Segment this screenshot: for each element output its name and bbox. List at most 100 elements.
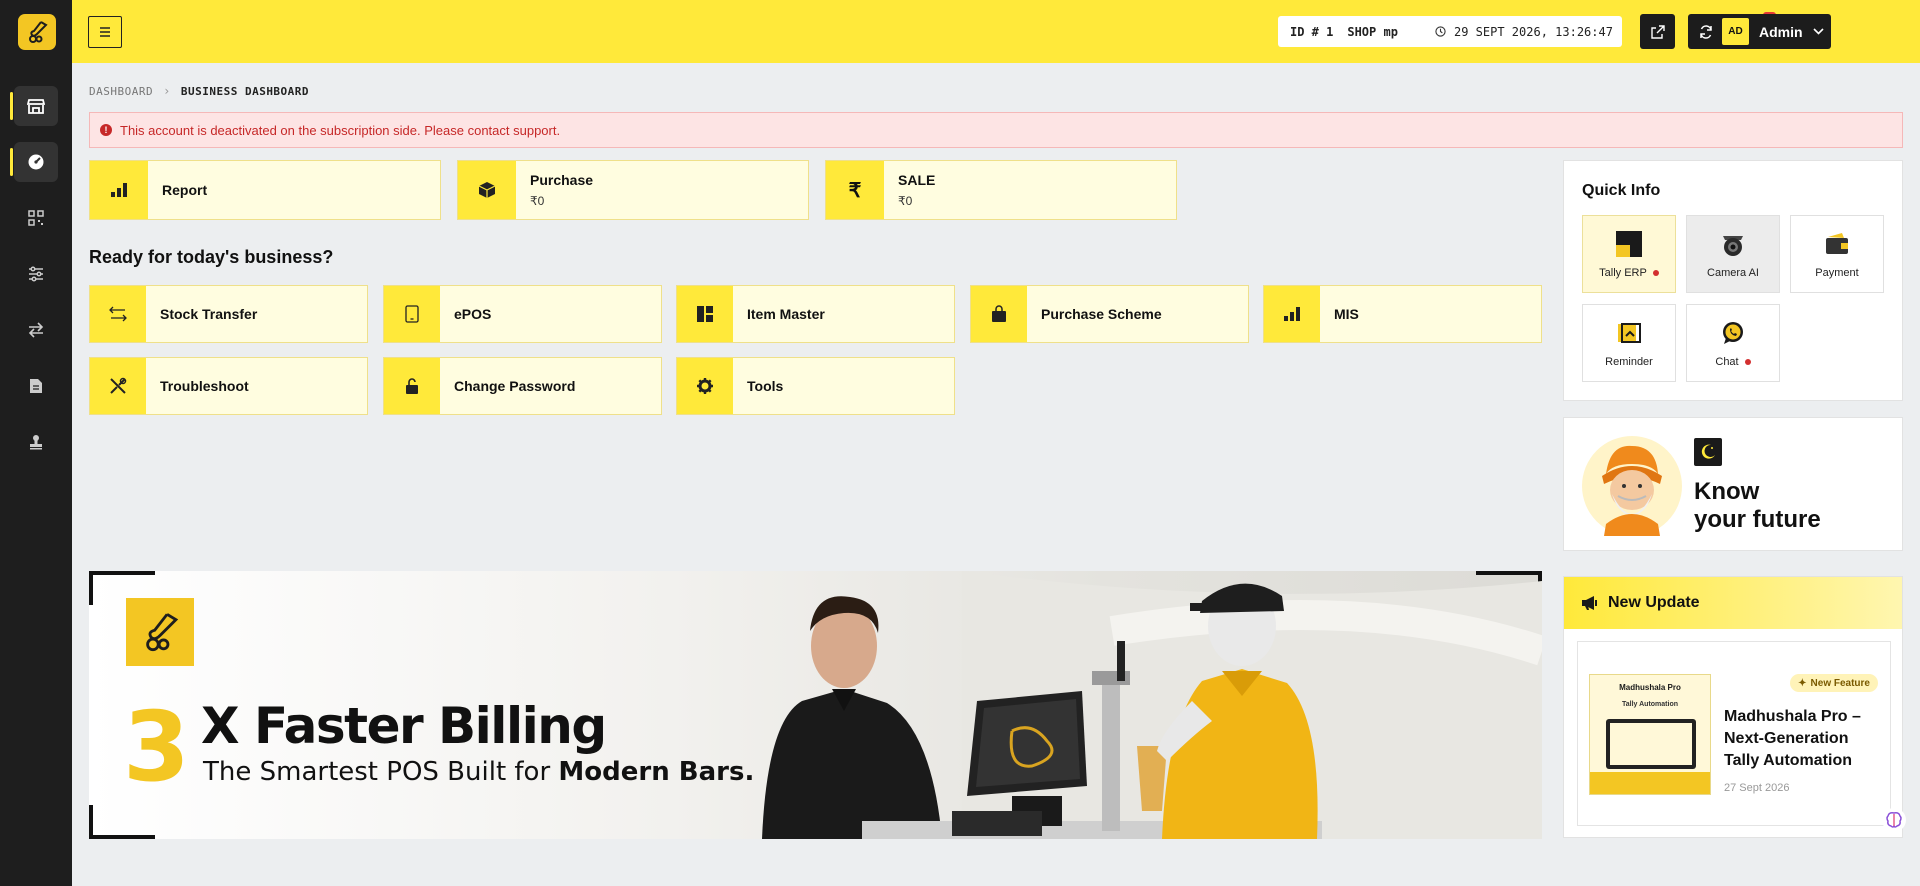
- quick-info-label: Camera AI: [1707, 267, 1759, 279]
- update-headline[interactable]: Madhushala Pro – Next-Generation Tally A…: [1724, 706, 1884, 772]
- external-link-icon: [1650, 24, 1665, 39]
- app-logo[interactable]: [18, 14, 56, 50]
- breadcrumb-current: BUSINESS DASHBOARD: [180, 84, 310, 98]
- new-update-panel: New Update Madhushala Pro Tally Automati…: [1563, 576, 1903, 838]
- moon-badge: [1694, 438, 1722, 466]
- dashboard-gauge-icon: [28, 154, 44, 170]
- quick-info-camera-ai[interactable]: Camera AI: [1686, 215, 1780, 293]
- quick-info-panel: Quick Info Tally ERP Camera AI Payment R…: [1563, 160, 1903, 401]
- unlock-icon: [406, 378, 418, 394]
- new-feature-text: New Feature: [1810, 677, 1870, 689]
- know-your-future-card[interactable]: Know your future: [1563, 417, 1903, 551]
- bar-chart-icon: [1284, 307, 1300, 321]
- sidebar-item-qr[interactable]: [0, 196, 72, 240]
- purchase-card[interactable]: Purchase ₹0: [457, 160, 809, 220]
- sidebar-item-store[interactable]: [0, 84, 72, 128]
- quick-info-title: Quick Info: [1582, 182, 1661, 199]
- thumb-brand: Madhushala Pro: [1619, 683, 1681, 692]
- banner-subtitle-bold: Modern Bars.: [558, 757, 755, 787]
- banner-logo: [126, 598, 194, 666]
- banner-title: X Faster Billing: [201, 697, 607, 755]
- tile-item-master[interactable]: Item Master: [676, 285, 955, 343]
- datetime-text: 29 SEPT 2026, 13:26:47: [1454, 24, 1613, 39]
- tile-epos[interactable]: ePOS: [383, 285, 662, 343]
- hamburger-icon: [100, 27, 110, 37]
- banner-corner: [89, 805, 155, 839]
- future-title-line2: your future: [1694, 506, 1821, 533]
- quick-info-chat[interactable]: Chat: [1686, 304, 1780, 382]
- tile-change-password[interactable]: Change Password: [383, 357, 662, 415]
- datetime-chip: 29 SEPT 2026, 13:26:47: [1421, 16, 1622, 47]
- alert-message: This account is deactivated on the subsc…: [120, 122, 561, 138]
- tablet-icon: [405, 305, 419, 323]
- reminder-icon: [1618, 323, 1641, 343]
- wallet-icon: [1826, 233, 1848, 254]
- report-card[interactable]: Report: [89, 160, 441, 220]
- megaphone-icon: [1582, 596, 1597, 610]
- chevron-down-icon: [1812, 28, 1824, 35]
- logo-icon: [146, 613, 179, 652]
- transfer-arrows-icon: [28, 322, 44, 338]
- quick-info-label: Chat: [1715, 356, 1739, 368]
- user-name: Admin: [1759, 23, 1803, 40]
- breadcrumb: DASHBOARD › BUSINESS DASHBOARD: [89, 84, 309, 98]
- shopping-bag-icon: [992, 305, 1006, 322]
- sliders-icon: [29, 266, 43, 282]
- logo-icon: [29, 21, 48, 43]
- quick-info-payment[interactable]: Payment: [1790, 215, 1884, 293]
- gear-icon: [697, 378, 713, 394]
- sparkle-icon: ✦: [1798, 677, 1807, 689]
- open-external-button[interactable]: [1640, 14, 1675, 49]
- stamp-icon: [30, 435, 42, 450]
- update-card[interactable]: Madhushala Pro Tally Automation ✦ New Fe…: [1577, 641, 1891, 826]
- status-dot: [1744, 359, 1751, 366]
- whatsapp-icon: [1723, 322, 1743, 344]
- sidebar: [0, 0, 72, 886]
- user-menu-button[interactable]: AD Admin: [1718, 14, 1831, 49]
- quick-info-reminder[interactable]: Reminder: [1582, 304, 1676, 382]
- purchase-card-label: Purchase: [530, 172, 594, 188]
- breadcrumb-root[interactable]: DASHBOARD: [89, 85, 153, 98]
- camera-icon: [1723, 236, 1743, 256]
- tile-stock-transfer[interactable]: Stock Transfer: [89, 285, 368, 343]
- shop-name: SHOP mp: [1347, 24, 1398, 39]
- tile-troubleshoot[interactable]: Troubleshoot: [89, 357, 368, 415]
- topbar: ID # 1 SHOP mp 29 SEPT 2026, 13:26:47 3 …: [72, 0, 1920, 63]
- astrologer-illustration: [1582, 436, 1682, 536]
- sale-card-value: ₹0: [898, 194, 913, 208]
- clock-icon: [1435, 26, 1446, 37]
- breadcrumb-separator-icon: ›: [163, 84, 171, 98]
- thumb-caption: Tally Automation: [1622, 701, 1678, 708]
- new-update-title: New Update: [1608, 594, 1700, 611]
- sidebar-item-transfer[interactable]: [0, 308, 72, 352]
- update-date: 27 Sept 2026: [1724, 782, 1790, 794]
- menu-toggle-button[interactable]: [88, 16, 122, 48]
- assistant-button[interactable]: [1882, 808, 1906, 832]
- sale-card[interactable]: ₹ SALE ₹0: [825, 160, 1177, 220]
- tile-label: ePOS: [454, 306, 492, 322]
- future-title: Know your future: [1694, 478, 1821, 534]
- promo-banner[interactable]: 3 X Faster Billing The Smartest POS Buil…: [89, 571, 1542, 839]
- sale-card-label: SALE: [898, 172, 936, 188]
- banner-subtitle-prefix: The Smartest POS Built for: [203, 757, 551, 787]
- rupee-icon: ₹: [848, 179, 862, 202]
- sidebar-item-documents[interactable]: [0, 364, 72, 408]
- purchase-card-value: ₹0: [530, 194, 545, 208]
- tile-purchase-scheme[interactable]: Purchase Scheme: [970, 285, 1249, 343]
- avatar: AD: [1722, 18, 1749, 45]
- tile-mis[interactable]: MIS: [1263, 285, 1542, 343]
- sidebar-item-stamp[interactable]: [0, 420, 72, 464]
- box-icon: [478, 182, 496, 198]
- document-icon: [30, 379, 42, 393]
- qr-grid-icon: [28, 210, 44, 226]
- brain-icon: [1886, 812, 1902, 828]
- tile-label: Troubleshoot: [160, 378, 249, 394]
- bar-chart-icon: [111, 183, 127, 197]
- tile-tools[interactable]: Tools: [676, 357, 955, 415]
- tile-label: Change Password: [454, 378, 576, 394]
- refresh-icon: [1699, 24, 1712, 39]
- sidebar-item-settings[interactable]: [0, 252, 72, 296]
- sidebar-item-dashboard[interactable]: [0, 140, 72, 184]
- quick-info-tally-erp[interactable]: Tally ERP: [1582, 215, 1676, 293]
- banner-illustration: [762, 571, 1542, 839]
